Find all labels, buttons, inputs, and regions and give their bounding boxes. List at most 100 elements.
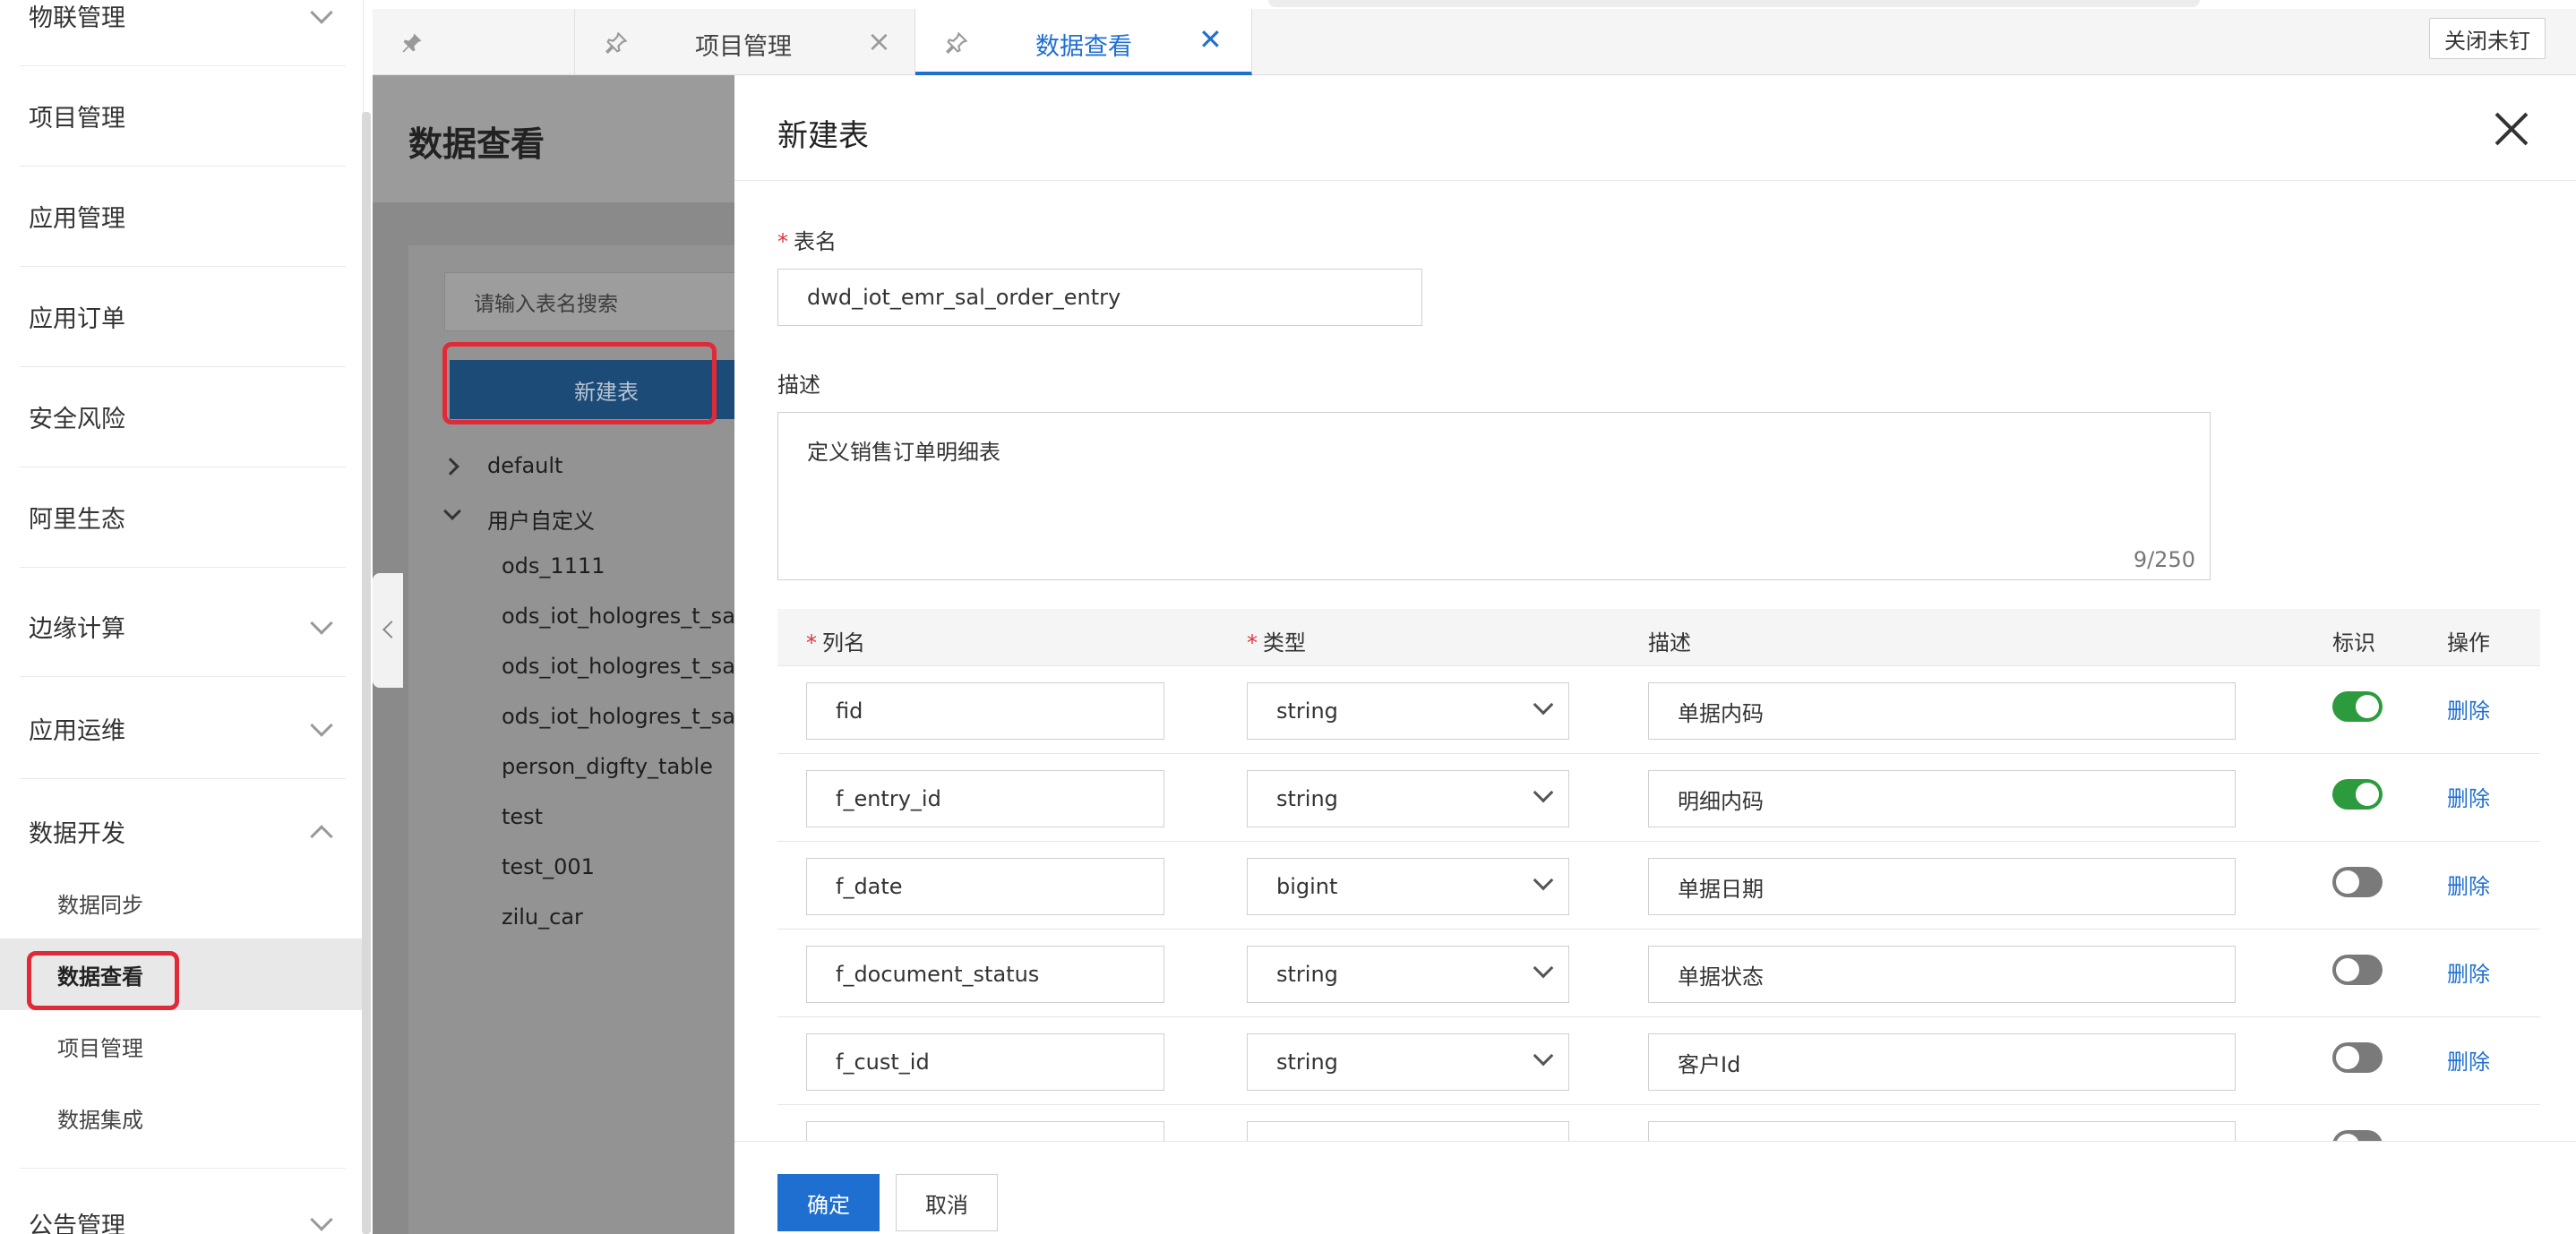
column-type-select[interactable]: string	[1247, 946, 1569, 1003]
delete-row-link[interactable]: 删除	[2447, 1044, 2490, 1075]
cancel-button[interactable]: 取消	[896, 1174, 998, 1231]
close-icon[interactable]: ×	[867, 27, 891, 56]
pin-icon[interactable]	[604, 30, 629, 56]
sidebar-subitem-label: 数据同步	[57, 892, 143, 918]
column-header-action: 操作	[2447, 630, 2490, 656]
chevron-down-icon	[310, 713, 333, 737]
delete-row-link[interactable]: 删除	[2447, 956, 2490, 988]
delete-row-link[interactable]: 删除	[2447, 781, 2490, 812]
table-row: f_document_status string 单据状态 删除	[777, 930, 2540, 1017]
delete-row-link[interactable]: 删除	[2447, 693, 2490, 724]
tree-leaf-table[interactable]: ods_iot_hologres_t_sal_	[502, 604, 752, 629]
column-header-flag: 标识	[2332, 630, 2375, 656]
tab-label: 项目管理	[695, 33, 792, 61]
sidebar-item-announcements[interactable]: 公告管理	[20, 1173, 346, 1234]
sidebar-subitem-data-sync[interactable]: 数据同步	[0, 867, 364, 938]
search-placeholder: 请输入表名搜索	[474, 293, 618, 316]
sidebar-item-apps[interactable]: 应用管理	[20, 167, 346, 267]
pin-icon[interactable]	[399, 30, 425, 56]
column-name-input[interactable]: fid	[806, 682, 1164, 740]
column-name-input[interactable]: f_date	[806, 858, 1164, 915]
flag-toggle[interactable]	[2332, 867, 2383, 897]
close-icon[interactable]	[2494, 111, 2529, 147]
column-header-type: * 类型	[1247, 630, 1306, 656]
pin-icon[interactable]	[944, 30, 969, 56]
app-root: 物联管理 项目管理 应用管理 应用订单 安全风险 阿里生态 边缘计算 应用运维 …	[0, 0, 2576, 1234]
sidebar-item-edge-computing[interactable]: 边缘计算	[20, 577, 346, 677]
sidebar-scrollbar[interactable]	[362, 112, 371, 1234]
columns-table-header: * 列名 * 类型 描述 标识 操作	[777, 609, 2540, 666]
column-header-desc: 描述	[1648, 630, 1691, 656]
column-name-input[interactable]: f_entry_id	[806, 770, 1164, 827]
tree-leaf-table[interactable]: ods_iot_hologres_t_sal_	[502, 704, 752, 729]
sidebar-item-app-ops[interactable]: 应用运维	[20, 679, 346, 779]
sidebar-item-label: 边缘计算	[29, 615, 125, 643]
chevron-down-icon	[310, 1208, 333, 1231]
column-desc-input[interactable]: 单据日期	[1648, 858, 2236, 915]
confirm-button[interactable]: 确定	[777, 1174, 880, 1231]
tab-data-view[interactable]: 数据查看 ✕	[915, 9, 1252, 75]
column-type-select[interactable]: string	[1247, 682, 1569, 740]
collapse-sidebar-handle[interactable]	[373, 573, 403, 688]
flag-toggle[interactable]	[2332, 955, 2383, 985]
sidebar-item-label: 应用管理	[29, 205, 125, 233]
sidebar-item-label: 公告管理	[29, 1212, 125, 1234]
chevron-up-icon	[310, 825, 333, 848]
column-header-name: * 列名	[806, 630, 865, 656]
close-icon[interactable]: ✕	[1198, 25, 1223, 54]
flag-toggle[interactable]	[2332, 1042, 2383, 1073]
search-input[interactable]: 请输入表名搜索	[444, 272, 769, 331]
tab-project-mgmt[interactable]: 项目管理 ×	[575, 9, 915, 75]
table-name-input[interactable]: dwd_iot_emr_sal_order_entry	[777, 269, 1422, 326]
sidebar-subitem-label: 数据集成	[57, 1107, 143, 1133]
toggle-knob	[2356, 695, 2379, 718]
drawer-footer: 确定 取消	[734, 1141, 2576, 1234]
sidebar-item-ali-ecosystem[interactable]: 阿里生态	[20, 467, 346, 568]
sidebar-item-label: 数据开发	[29, 819, 125, 848]
description-textarea[interactable]: 定义销售订单明细表 9/250	[777, 412, 2211, 580]
tree-leaf-table[interactable]: test	[502, 804, 543, 829]
chevron-down-icon	[1533, 870, 1554, 891]
column-desc-input[interactable]: 单据内码	[1648, 682, 2236, 740]
highlight-box	[442, 342, 717, 424]
column-desc-input[interactable]: 明细内码	[1648, 770, 2236, 827]
sidebar-item-label: 物联管理	[29, 4, 125, 32]
sidebar-item-label: 项目管理	[29, 105, 125, 133]
tree-leaf-table[interactable]: person_digfty_table	[502, 754, 713, 779]
flag-toggle[interactable]	[2332, 691, 2383, 722]
column-name-input[interactable]: f_cust_id	[806, 1033, 1164, 1091]
column-name-input[interactable]: f_document_status	[806, 946, 1164, 1003]
tree-leaf-table[interactable]: ods_iot_hologres_t_sal_	[502, 654, 752, 679]
column-desc-input[interactable]: 单据状态	[1648, 946, 2236, 1003]
tree-node-default[interactable]: default	[487, 453, 562, 478]
tree-leaf-table[interactable]: ods_1111	[502, 553, 605, 578]
sidebar-item-security[interactable]: 安全风险	[20, 367, 346, 467]
sidebar-item-label: 阿里生态	[29, 506, 125, 534]
drawer-title: 新建表	[777, 118, 869, 154]
column-type-select[interactable]: string	[1247, 770, 1569, 827]
column-type-select[interactable]: bigint	[1247, 858, 1569, 915]
delete-row-link[interactable]: 删除	[2447, 869, 2490, 900]
sidebar-subitem-data-integration[interactable]: 数据集成	[0, 1082, 364, 1153]
tree-leaf-table[interactable]: test_001	[502, 854, 595, 879]
toggle-knob	[2336, 1046, 2359, 1069]
column-desc-input[interactable]: 客户Id	[1648, 1033, 2236, 1091]
column-type-select[interactable]: string	[1247, 1033, 1569, 1091]
sidebar-item-iot[interactable]: 物联管理	[20, 0, 346, 66]
sidebar-item-projects[interactable]: 项目管理	[20, 66, 346, 167]
tree-node-custom[interactable]: 用户自定义	[487, 503, 595, 535]
sidebar-subitem-project-mgmt[interactable]: 项目管理	[0, 1010, 364, 1082]
drawer-header: 新建表	[734, 75, 2576, 181]
flag-toggle[interactable]	[2332, 779, 2383, 810]
chevron-down-icon	[1533, 694, 1554, 716]
description-value: 定义销售订单明细表	[807, 440, 1000, 465]
tree-leaf-table[interactable]: zilu_car	[502, 904, 583, 930]
table-row: f_date bigint 单据日期 删除	[777, 842, 2540, 930]
top-strip-shadow	[1268, 0, 2200, 7]
tab-pinned-home[interactable]	[373, 9, 575, 75]
sidebar-item-label: 应用订单	[29, 305, 125, 333]
sidebar-item-app-orders[interactable]: 应用订单	[20, 267, 346, 367]
description-label: 描述	[777, 373, 820, 398]
close-unpinned-button[interactable]: 关闭未钉	[2429, 18, 2546, 59]
table-row: f_entry_id string 明细内码 删除	[777, 754, 2540, 842]
